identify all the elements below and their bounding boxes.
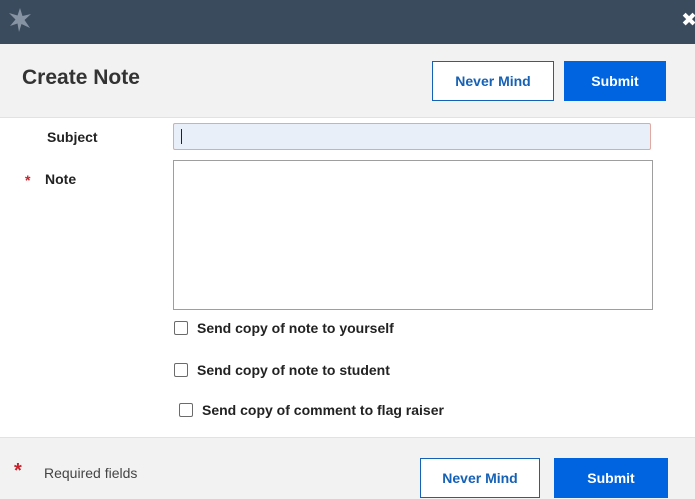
subject-input[interactable] (173, 123, 651, 150)
text-cursor (181, 129, 182, 144)
checkbox-row-copy-student[interactable]: Send copy of note to student (174, 362, 390, 378)
dialog-titlebar: ✖ (0, 0, 695, 44)
note-textarea[interactable] (173, 160, 653, 310)
dialog-footer: * Required fields Never Mind Submit (0, 437, 695, 499)
checkbox-row-copy-flag-raiser[interactable]: Send copy of comment to flag raiser (179, 402, 444, 418)
footer-submit-button[interactable]: Submit (554, 458, 668, 498)
copy-student-label[interactable]: Send copy of note to student (197, 362, 390, 378)
note-label: Note (45, 171, 77, 187)
required-marker: * (25, 172, 31, 188)
subject-label: Subject (47, 129, 98, 145)
copy-yourself-checkbox[interactable] (174, 321, 188, 335)
close-icon[interactable]: ✖ (681, 11, 695, 30)
submit-button[interactable]: Submit (564, 61, 666, 101)
checkbox-row-copy-yourself[interactable]: Send copy of note to yourself (174, 320, 394, 336)
copy-yourself-label[interactable]: Send copy of note to yourself (197, 320, 394, 336)
starfish-logo-icon (9, 8, 31, 32)
required-fields-marker: * (14, 460, 22, 482)
dialog-header: Create Note Never Mind Submit (0, 44, 695, 118)
footer-never-mind-button[interactable]: Never Mind (420, 458, 540, 498)
copy-flag-raiser-label[interactable]: Send copy of comment to flag raiser (202, 402, 444, 418)
copy-flag-raiser-checkbox[interactable] (179, 403, 193, 417)
never-mind-button[interactable]: Never Mind (432, 61, 554, 101)
required-fields-text: Required fields (44, 465, 138, 481)
dialog-title: Create Note (22, 66, 140, 89)
copy-student-checkbox[interactable] (174, 363, 188, 377)
